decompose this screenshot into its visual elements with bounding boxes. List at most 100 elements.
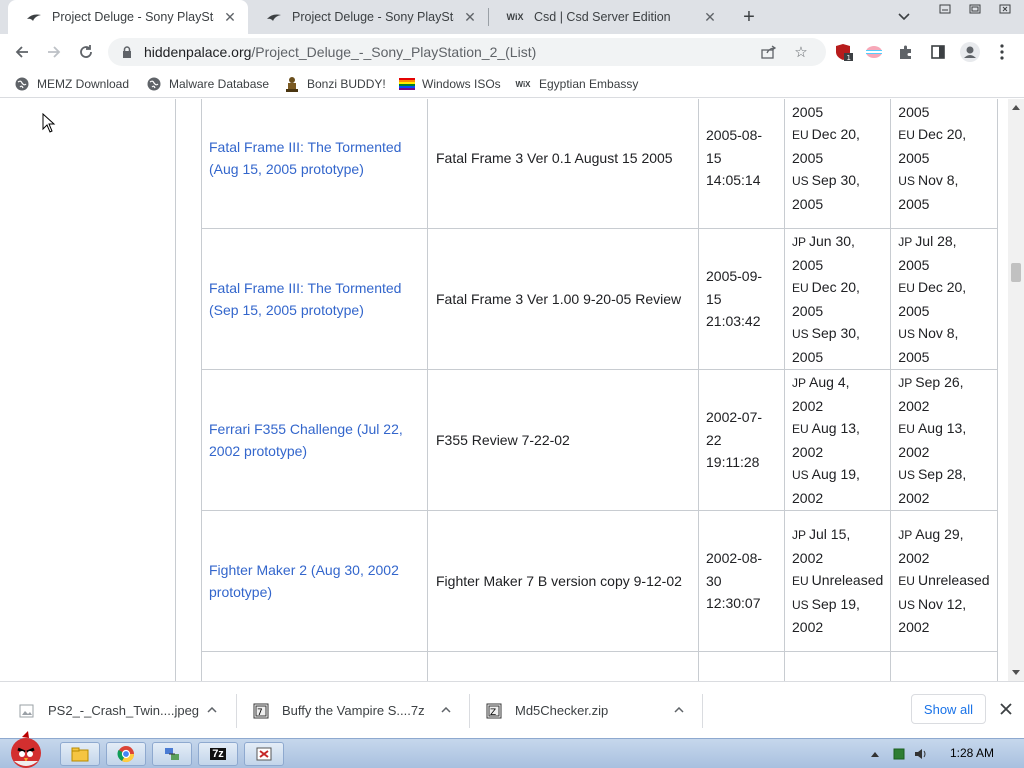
- svg-text:Z: Z: [490, 708, 496, 718]
- release-dates-cell-2: JP Sep 26, 2002 EU Aug 13, 2002 US Sep 28, 20…: [890, 369, 998, 511]
- region-code: US: [898, 174, 915, 189]
- scroll-down-arrow-icon[interactable]: [1012, 670, 1020, 675]
- region-code: JP: [792, 376, 807, 390]
- region-code: JP: [792, 235, 807, 249]
- taskbar-network-app-icon[interactable]: [152, 742, 192, 766]
- region-code: EU: [792, 281, 809, 295]
- menu-kebab-icon[interactable]: [992, 42, 1012, 62]
- download-separator: [702, 694, 703, 728]
- chevron-up-icon[interactable]: [204, 702, 220, 718]
- release-dates-cell: JP Jun 30, 2005 EU Dec 20, 2005 US Sep 30, 20…: [783, 228, 892, 370]
- region-code: US: [792, 597, 809, 612]
- download-item-buffy-7z[interactable]: 7 Buffy the Vampire S....7z: [252, 682, 462, 739]
- taskbar-mmc-icon[interactable]: [244, 742, 284, 766]
- build-name-cell: Fatal Frame 3 Ver 1.00 9-20-05 Review: [427, 228, 699, 370]
- archive-zip-icon: Z: [485, 702, 503, 720]
- tab-csd-server[interactable]: WiX Csd | Csd Server Edition ✕: [488, 0, 728, 34]
- table-row: JPJun 5, 2001JPJul 19, 2001: [201, 651, 998, 681]
- download-item-md5checker[interactable]: Z Md5Checker.zip: [485, 682, 695, 739]
- restore-icon[interactable]: [960, 0, 990, 18]
- globe-icon: [14, 76, 30, 92]
- release-date: Unreleased: [917, 572, 990, 589]
- page-scrollbar[interactable]: [1008, 99, 1024, 681]
- taskbar-explorer-icon[interactable]: [60, 742, 100, 766]
- game-title-cell: [201, 651, 428, 681]
- battery-tray-icon[interactable]: [892, 747, 906, 761]
- hiddenpalace-icon: [266, 11, 282, 23]
- release-date: 2005: [792, 103, 824, 120]
- download-filename: PS2_-_Crash_Twin....jpeg: [48, 703, 200, 718]
- close-downloads-bar-icon[interactable]: [997, 700, 1015, 718]
- new-tab-button[interactable]: +: [737, 5, 761, 29]
- show-all-downloads-button[interactable]: Show all: [911, 694, 986, 724]
- taskbar-7zip-icon[interactable]: 7z: [198, 742, 238, 766]
- bookmark-malware-database[interactable]: Malware Database: [146, 75, 269, 93]
- bookmark-bonzi-buddy[interactable]: Bonzi BUDDY!: [284, 75, 386, 93]
- release-dates-cell-2: JPJul 19, 2001: [890, 651, 998, 681]
- region-code: EU: [792, 422, 809, 436]
- address-bar[interactable]: hiddenpalace.org/Project_Deluge_-_Sony_P…: [108, 38, 826, 66]
- lock-icon[interactable]: [120, 45, 134, 59]
- region-code: JP: [792, 528, 807, 543]
- release-entry: EU Unreleased: [898, 569, 989, 593]
- game-title-link[interactable]: Fatal Frame III: The Tormented (Aug 15, …: [209, 139, 401, 178]
- download-separator: [469, 694, 470, 728]
- taskbar-chrome-icon[interactable]: [106, 742, 146, 766]
- release-entry: EU Unreleased: [792, 569, 883, 593]
- chevron-up-icon[interactable]: [671, 702, 687, 718]
- download-filename: Buffy the Vampire S....7z: [282, 703, 425, 718]
- build-name-cell: [427, 651, 699, 681]
- ublock-extension-icon[interactable]: 1: [834, 42, 854, 62]
- build-date-cell: 2002-07-22 19:11:28: [698, 369, 785, 511]
- release-entry: EU Dec 20, 2005: [792, 276, 883, 322]
- volume-tray-icon[interactable]: [914, 747, 928, 761]
- taskbar-clock[interactable]: 1:28 AM: [950, 746, 994, 760]
- bookmarks-bar: MEMZ Download Malware Database Bonzi BUD…: [0, 70, 1024, 98]
- tab-close-icon[interactable]: ✕: [222, 9, 238, 25]
- game-title-cell: Fighter Maker 2 (Aug 30, 2002 prototype): [201, 510, 428, 652]
- profile-avatar-icon[interactable]: [960, 42, 980, 62]
- scroll-up-arrow-icon[interactable]: [1012, 105, 1020, 110]
- forward-arrow-icon[interactable]: [42, 40, 66, 64]
- bookmark-label: Bonzi BUDDY!: [307, 77, 386, 91]
- tab-search-chevron-icon[interactable]: [893, 7, 915, 27]
- release-entry: US Sep 19, 2002: [792, 593, 883, 639]
- release-entry: JP Jun 30, 2005: [792, 230, 883, 276]
- share-icon[interactable]: [760, 43, 778, 61]
- release-entry: US Sep 30, 2005: [792, 322, 883, 368]
- download-item-ps2-crash-twin[interactable]: PS2_-_Crash_Twin....jpeg: [18, 682, 230, 739]
- game-title-cell: Fatal Frame III: The Tormented (Aug 15, …: [201, 99, 428, 229]
- bookmark-label: Windows ISOs: [422, 77, 501, 91]
- tab-project-deluge-2[interactable]: Project Deluge - Sony PlayStation 2 (Lis…: [248, 0, 488, 34]
- show-hidden-icons-icon[interactable]: [868, 747, 882, 761]
- game-title-link[interactable]: Fatal Frame III: The Tormented (Sep 15, …: [209, 280, 401, 319]
- back-arrow-icon[interactable]: [10, 40, 34, 64]
- table-row: Ferrari F355 Challenge (Jul 22, 2002 pro…: [201, 369, 998, 511]
- url-text[interactable]: hiddenpalace.org/Project_Deluge_-_Sony_P…: [144, 44, 536, 60]
- release-dates-cell: JP Jul 15, 2002 EU Unreleased US Sep 19, 2002: [783, 510, 892, 652]
- minimize-icon[interactable]: [930, 0, 960, 18]
- reload-icon[interactable]: [74, 40, 98, 64]
- game-title-cell: Ferrari F355 Challenge (Jul 22, 2002 pro…: [201, 369, 428, 511]
- tab-close-icon[interactable]: ✕: [702, 9, 718, 25]
- game-title-link[interactable]: Fighter Maker 2 (Aug 30, 2002 prototype): [209, 562, 399, 601]
- table-row: Fighter Maker 2 (Aug 30, 2002 prototype)…: [201, 510, 998, 652]
- download-filename: Md5Checker.zip: [515, 703, 609, 718]
- game-title-link[interactable]: Ferrari F355 Challenge (Jul 22, 2002 pro…: [209, 421, 403, 460]
- bookmark-egyptian-embassy[interactable]: WiX Egyptian Embassy: [514, 75, 638, 93]
- downloads-bar: PS2_-_Crash_Twin....jpeg 7 Buffy the Vam…: [0, 681, 1024, 738]
- tab-close-icon[interactable]: ✕: [462, 9, 478, 25]
- bookmark-star-icon[interactable]: ☆: [792, 43, 810, 61]
- close-window-icon[interactable]: [990, 0, 1020, 18]
- side-panel-icon[interactable]: [928, 42, 948, 62]
- bookmark-windows-isos[interactable]: Windows ISOs: [399, 75, 501, 93]
- tab-project-deluge-1[interactable]: Project Deluge - Sony PlayStation 2 (Lis…: [8, 0, 248, 34]
- start-button-angry-bird-icon[interactable]: [2, 731, 48, 768]
- bookmark-memz-download[interactable]: MEMZ Download: [14, 75, 129, 93]
- release-date: 2005: [898, 103, 930, 120]
- scrollbar-thumb[interactable]: [1011, 263, 1021, 282]
- extension-flag-icon[interactable]: [864, 42, 884, 62]
- extensions-puzzle-icon[interactable]: [896, 42, 916, 62]
- bonzi-icon: [284, 76, 300, 92]
- chevron-up-icon[interactable]: [438, 702, 454, 718]
